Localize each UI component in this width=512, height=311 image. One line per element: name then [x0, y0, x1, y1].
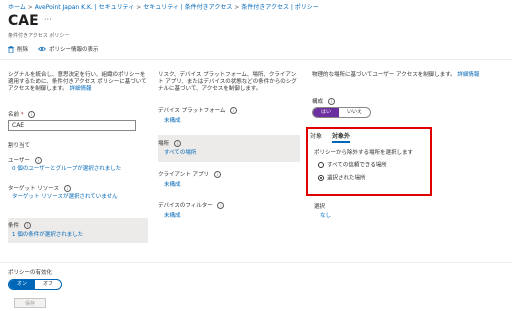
save-button[interactable]: 保存: [14, 298, 46, 308]
breadcrumb-separator: >: [27, 4, 33, 11]
info-icon: i: [213, 171, 221, 178]
users-label-text: ユーザー: [8, 158, 30, 164]
required-marker: *: [20, 112, 24, 118]
breadcrumb-separator: >: [136, 4, 142, 11]
breadcrumb-home[interactable]: ホーム: [8, 4, 26, 11]
breadcrumb-security-ca[interactable]: セキュリティ | 条件付きアクセス: [143, 4, 232, 11]
locations-label: 場所 i: [158, 139, 181, 147]
breadcrumb-tenant-security[interactable]: AvePoint Japan K.K. | セキュリティ: [35, 4, 135, 11]
breadcrumb: ホーム > AvePoint Japan K.K. | セキュリティ > セキュ…: [8, 2, 319, 11]
right-description: 物理的な場所に基づいてユーザー アクセスを制御します。 詳細情報: [312, 72, 507, 79]
device-filter-label-text: デバイスのフィルター: [158, 203, 213, 209]
device-filter-link[interactable]: 未構成: [164, 213, 181, 220]
exclude-prompt: ポリシーから除外する場所を選択します: [314, 150, 414, 156]
view-policy-info-label: ポリシー情報の表示: [49, 47, 99, 53]
select-locations-link[interactable]: なし: [320, 213, 331, 220]
option-all-trusted-label: すべての信頼できる場所: [327, 162, 387, 169]
radio-selected-icon[interactable]: [318, 175, 324, 181]
enable-policy-label: ポリシーの有効化: [8, 270, 53, 276]
name-label: 名前 * i: [8, 110, 36, 118]
device-platform-label: デバイス プラットフォーム i: [158, 106, 238, 114]
configure-yes-option[interactable]: はい: [313, 108, 340, 117]
view-policy-info-button[interactable]: ポリシー情報の表示: [38, 45, 99, 53]
client-apps-label: クライアント アプリ i: [158, 170, 221, 178]
users-label: ユーザー i: [8, 156, 42, 164]
breadcrumb-ca-policies[interactable]: 条件付きアクセス | ポリシー: [241, 4, 319, 11]
client-apps-link[interactable]: 未構成: [164, 182, 181, 189]
assignments-label: 割り当て: [8, 143, 31, 149]
location-tabs: 対象 対象外: [310, 131, 351, 143]
target-resources-label-text: ターゲット リソース: [8, 186, 59, 192]
breadcrumb-separator: >: [234, 4, 240, 11]
page-title: CAE: [8, 13, 39, 29]
device-filter-label: デバイスのフィルター i: [158, 201, 225, 209]
info-icon: i: [34, 157, 42, 164]
trash-icon: [8, 45, 14, 53]
name-label-text: 名前: [8, 112, 20, 118]
conditions-link[interactable]: 1 個の条件が選択されました: [12, 232, 83, 239]
locations-label-text: 場所: [158, 141, 170, 147]
middle-description: リスク、デバイス プラットフォーム、場所、クライアント アプリ、またはデバイスの…: [158, 72, 297, 92]
policy-name-input[interactable]: CAE: [8, 120, 136, 131]
device-platform-link[interactable]: 未構成: [164, 118, 181, 125]
info-icon: i: [217, 202, 225, 209]
configure-no-option[interactable]: いいえ: [339, 108, 370, 117]
info-icon: i: [23, 222, 31, 229]
info-icon: i: [28, 111, 36, 118]
info-icon: i: [327, 98, 335, 105]
enable-on-option[interactable]: オン: [9, 280, 36, 289]
right-details-link[interactable]: 詳細情報: [457, 72, 479, 78]
delete-button[interactable]: 削除: [8, 45, 28, 53]
users-selection-link[interactable]: 0 個のユーザーとグループが選択されました: [12, 166, 121, 173]
right-description-text: 物理的な場所に基づいてユーザー アクセスを制御します。: [312, 72, 456, 78]
radio-unselected-icon[interactable]: [318, 162, 324, 168]
info-icon: i: [230, 107, 238, 114]
left-description: シグナルを統合し、意思決定を行い、組織のポリシーを適用するために、条件付きアクセ…: [8, 72, 148, 93]
left-details-link[interactable]: 詳細情報: [69, 86, 91, 92]
more-options-icon[interactable]: ···: [44, 15, 52, 24]
toolbar: 削除 ポリシー情報の表示: [8, 45, 99, 53]
header-divider: [0, 59, 512, 60]
conditions-label: 条件 i: [8, 221, 31, 229]
device-platform-label-text: デバイス プラットフォーム: [158, 108, 226, 114]
option-selected-label: 選択された場所: [327, 175, 366, 182]
target-resources-label: ターゲット リソース i: [8, 184, 71, 192]
select-label: 選択: [314, 204, 326, 210]
page-subtitle: 条件付きアクセス ポリシー: [8, 33, 70, 39]
delete-label: 削除: [17, 47, 29, 53]
locations-link[interactable]: すべての場所: [164, 150, 196, 157]
conditions-label-text: 条件: [8, 223, 20, 229]
tab-include[interactable]: 対象: [310, 131, 322, 143]
enable-policy-toggle[interactable]: オン オフ: [8, 279, 63, 290]
info-icon: i: [173, 140, 181, 147]
tab-exclude[interactable]: 対象外: [332, 131, 351, 143]
option-all-trusted[interactable]: すべての信頼できる場所: [318, 162, 387, 170]
target-resources-link[interactable]: ターゲット リソースが選択されていません: [12, 194, 118, 201]
configure-label-text: 構成: [312, 99, 324, 105]
footer-divider: [0, 262, 512, 263]
option-selected-locations[interactable]: 選択された場所: [318, 175, 366, 183]
configure-label: 構成 i: [312, 97, 335, 105]
client-apps-label-text: クライアント アプリ: [158, 172, 210, 178]
configure-toggle[interactable]: はい いいえ: [312, 107, 372, 118]
enable-off-option[interactable]: オフ: [35, 280, 61, 289]
info-icon: i: [63, 185, 71, 192]
eye-icon: [38, 46, 47, 52]
